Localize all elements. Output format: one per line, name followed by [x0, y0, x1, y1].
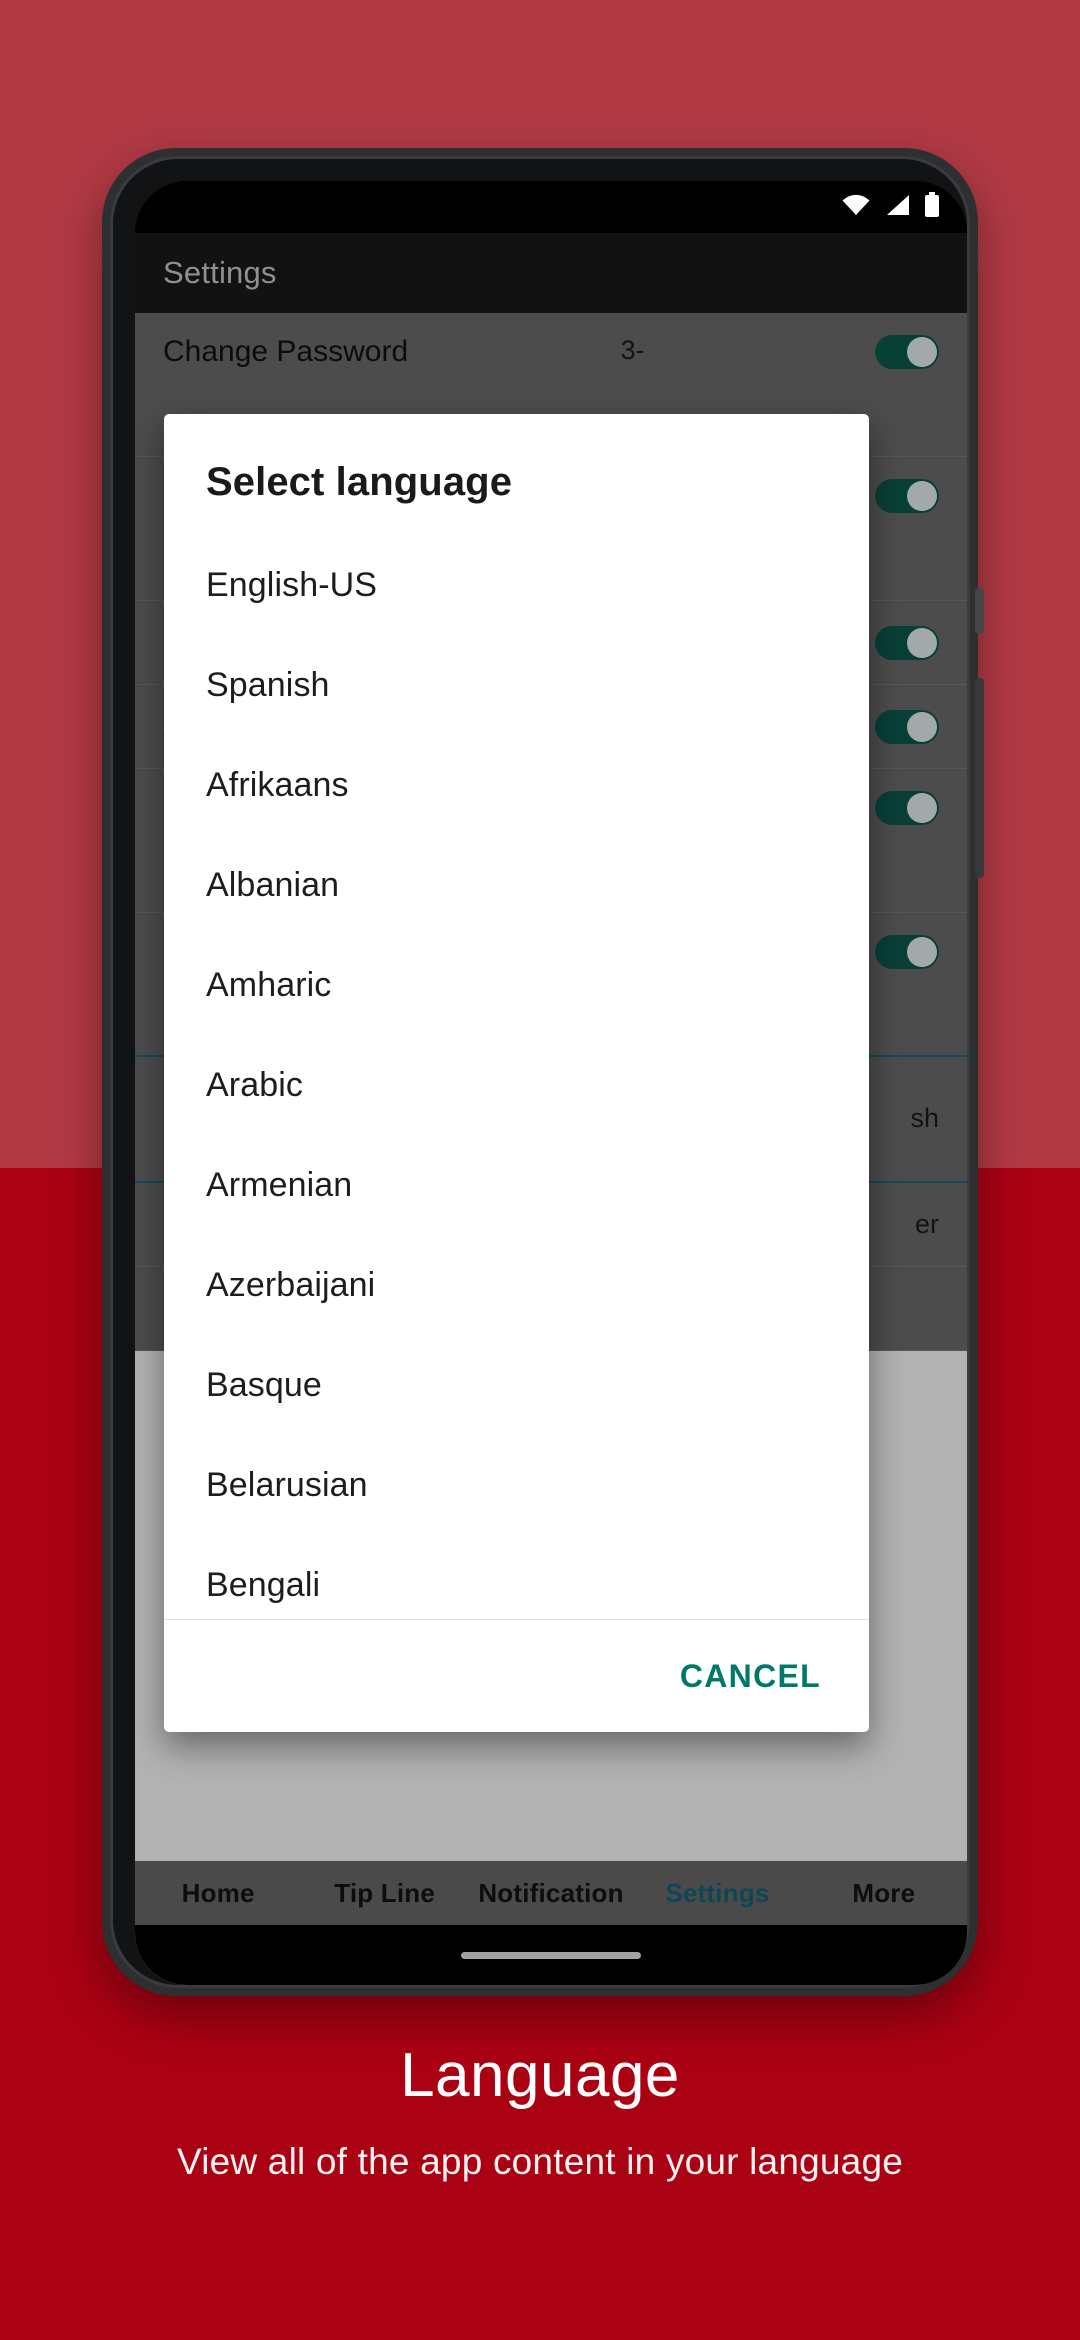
language-option-list[interactable]: English-US Spanish Afrikaans Albanian Am…	[164, 535, 869, 1620]
phone-bezel: Settings Change Password 3- Location Ser…	[110, 156, 970, 1988]
power-button[interactable]	[975, 588, 984, 634]
language-option[interactable]: Afrikaans	[164, 735, 869, 835]
language-option[interactable]: Azerbaijani	[164, 1235, 869, 1335]
language-option[interactable]: Arabic	[164, 1035, 869, 1135]
cell-signal-icon	[883, 193, 911, 222]
caption-title: Language	[400, 2041, 680, 2110]
language-option[interactable]: Bengali	[164, 1535, 869, 1619]
status-bar	[135, 181, 967, 233]
battery-icon	[923, 191, 941, 223]
language-option[interactable]: Albanian	[164, 835, 869, 935]
language-option[interactable]: English-US	[164, 535, 869, 635]
language-option[interactable]: Armenian	[164, 1135, 869, 1235]
caption-block: Language View all of the app content in …	[0, 2040, 1080, 2183]
language-option[interactable]: Belarusian	[164, 1435, 869, 1535]
language-option[interactable]: Basque	[164, 1335, 869, 1435]
language-option[interactable]: Spanish	[164, 635, 869, 735]
wifi-icon	[841, 193, 871, 222]
cancel-button[interactable]: CANCEL	[674, 1648, 827, 1705]
volume-button[interactable]	[975, 678, 984, 878]
phone-screen: Settings Change Password 3- Location Ser…	[135, 181, 967, 1985]
dialog-action-bar: CANCEL	[164, 1620, 869, 1732]
phone-device-frame: Settings Change Password 3- Location Ser…	[102, 148, 984, 1996]
dialog-title: Select language	[206, 460, 513, 504]
caption-subtitle: View all of the app content in your lang…	[176, 2141, 904, 2183]
language-option[interactable]: Amharic	[164, 935, 869, 1035]
select-language-dialog: Select language English-US Spanish Afrik…	[164, 414, 869, 1732]
